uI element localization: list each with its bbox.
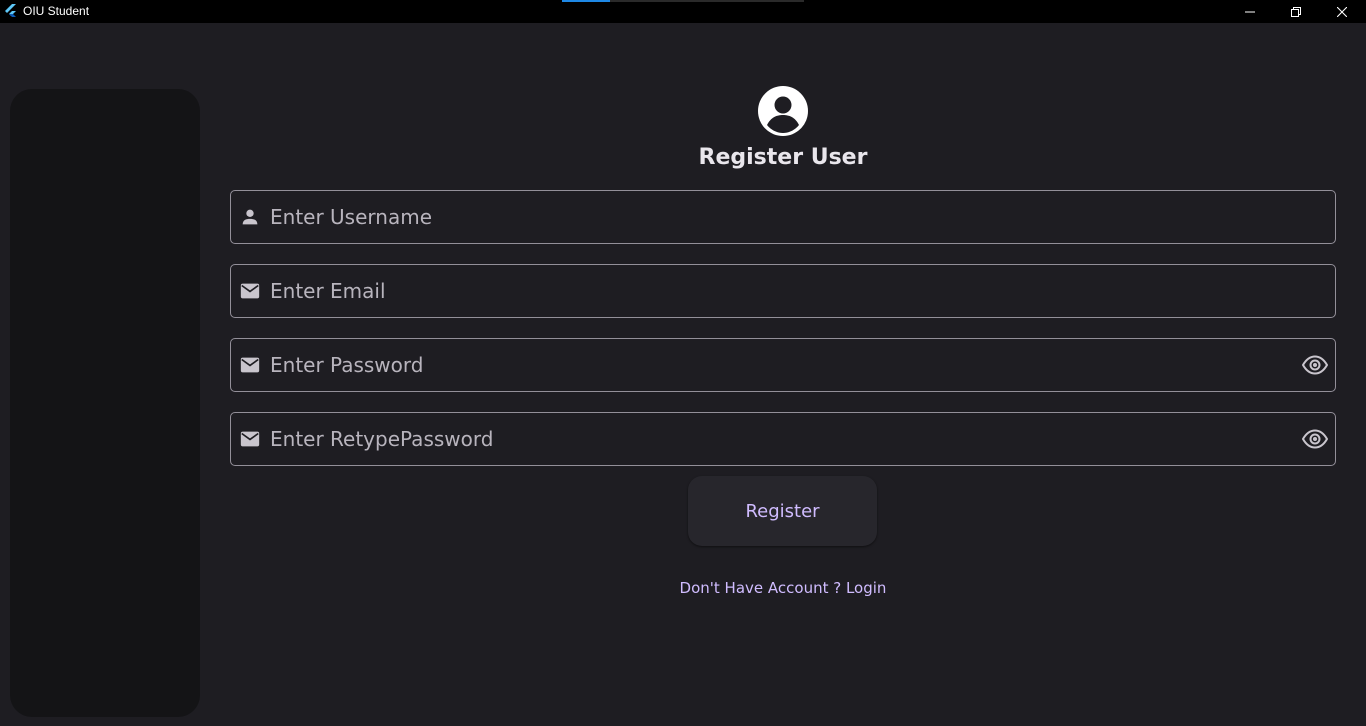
username-input[interactable]	[270, 191, 1290, 243]
eye-icon[interactable]	[1302, 353, 1328, 377]
close-icon	[1337, 6, 1347, 17]
password-field[interactable]	[230, 338, 1336, 392]
mail-icon	[240, 283, 260, 299]
loading-progress-bar	[562, 0, 804, 2]
password-input[interactable]	[270, 339, 1290, 391]
person-icon	[242, 209, 258, 225]
retype-password-field[interactable]	[230, 412, 1336, 466]
close-button[interactable]	[1319, 0, 1365, 23]
avatar	[757, 85, 809, 137]
email-field[interactable]	[230, 264, 1336, 318]
title-bar: OIU Student	[0, 0, 1366, 23]
email-input[interactable]	[270, 265, 1290, 317]
page-title: Register User	[698, 145, 868, 170]
username-field[interactable]	[230, 190, 1336, 244]
retype-password-input[interactable]	[270, 413, 1290, 465]
login-link[interactable]: Don't Have Account ? Login	[230, 579, 1336, 597]
register-button[interactable]: Register	[688, 476, 877, 546]
loading-progress-fill	[562, 0, 611, 2]
sidebar-panel	[10, 89, 200, 717]
mail-icon	[240, 431, 260, 447]
account-circle-icon	[758, 86, 808, 136]
window-title: OIU Student	[23, 4, 90, 18]
restore-button[interactable]	[1273, 0, 1319, 23]
restore-icon	[1291, 6, 1301, 17]
mail-icon	[240, 357, 260, 373]
eye-icon[interactable]	[1302, 427, 1328, 451]
minimize-icon	[1245, 11, 1255, 12]
minimize-button[interactable]	[1227, 0, 1273, 23]
flutter-logo-icon	[5, 4, 16, 17]
